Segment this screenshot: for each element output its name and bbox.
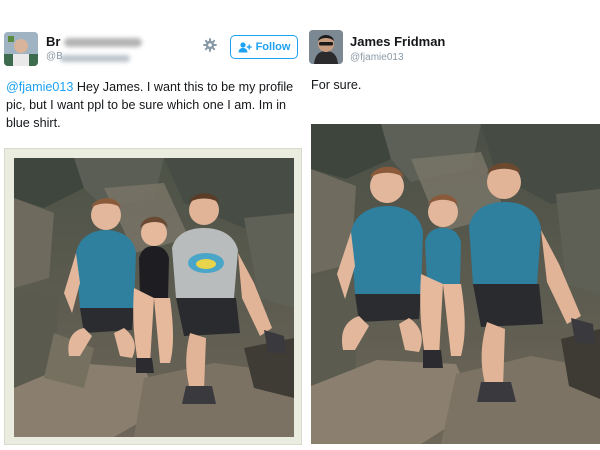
gear-icon[interactable]: [203, 38, 217, 52]
left-tweet: Br @B Follow @fjamie013 Hey James. I wan…: [0, 0, 305, 450]
author-name[interactable]: James Fridman: [350, 34, 445, 49]
attached-photo-edited[interactable]: [311, 124, 600, 444]
mention-link[interactable]: @fjamie013: [6, 80, 73, 94]
handle-redaction-blur: [60, 55, 130, 62]
follow-button[interactable]: Follow: [230, 35, 298, 59]
author-handle[interactable]: @fjamie013: [350, 52, 404, 63]
author-name-redacted[interactable]: Br: [46, 34, 146, 49]
avatar-left[interactable]: [4, 32, 38, 66]
avatar-photo-icon: [4, 32, 38, 66]
add-user-icon: [238, 41, 252, 52]
name-redaction-blur: [64, 38, 142, 47]
tweet-text-left: @fjamie013 Hey James. I want this to be …: [6, 78, 301, 132]
avatar-right[interactable]: [309, 30, 343, 64]
follow-label: Follow: [255, 41, 291, 53]
edited-group-photo-image: [311, 124, 600, 444]
tweet-text-right: For sure.: [311, 78, 362, 92]
author-name-visible: Br: [46, 34, 61, 49]
avatar-photo-icon: [309, 30, 343, 64]
group-photo-image: [14, 158, 294, 437]
attached-photo-original[interactable]: [14, 158, 294, 437]
author-handle-redacted[interactable]: @B: [46, 51, 136, 63]
